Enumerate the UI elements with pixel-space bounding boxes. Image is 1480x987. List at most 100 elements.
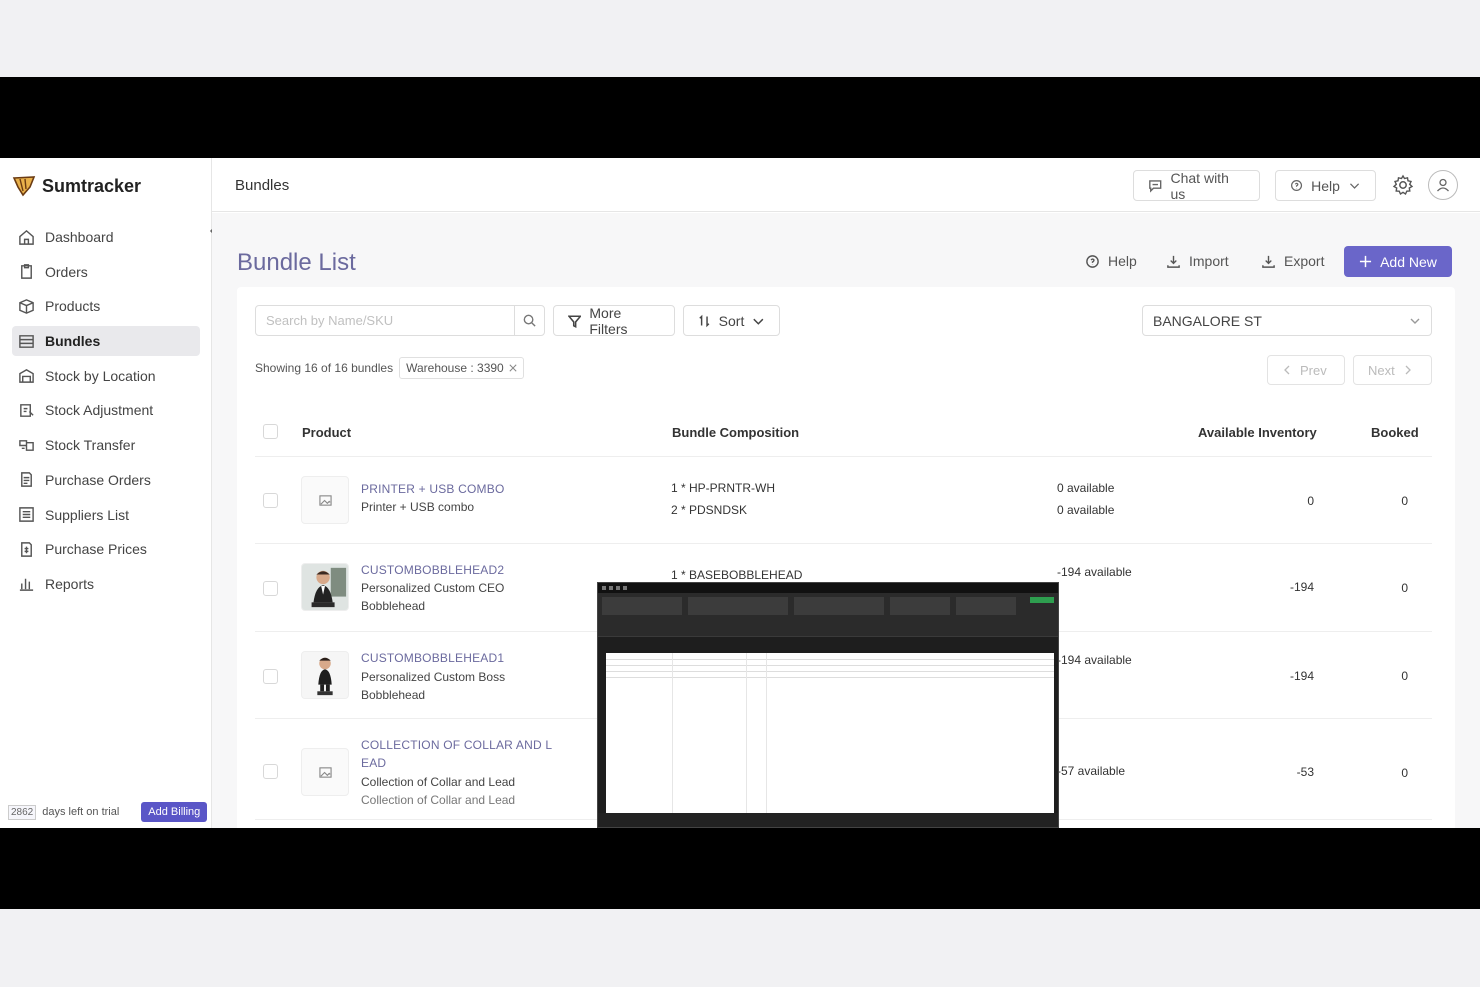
booked-count: 0 [1401, 669, 1408, 683]
component-line: 1 * HP-PRNTR-WH [671, 481, 775, 495]
product-sku[interactable]: CUSTOMBOBBLEHEAD1 [361, 651, 504, 665]
user-avatar[interactable] [1428, 170, 1458, 200]
clipboard-icon [21, 264, 32, 280]
add-new-label: Add New [1380, 253, 1437, 270]
header: Bundles Chat with us Help [212, 158, 1480, 212]
more-filters-button[interactable]: More Filters [553, 305, 675, 337]
sidebar-item-purchase-prices[interactable]: Purchase Prices [12, 534, 200, 564]
component-availability: -194 available [1057, 653, 1132, 667]
sidebar-item-suppliers-list[interactable]: Suppliers List [12, 500, 200, 530]
sidebar-item-bundles[interactable]: Bundles [12, 326, 200, 357]
plus-icon [1360, 255, 1372, 268]
page-help-button[interactable]: Help [1085, 253, 1137, 269]
sidebar-item-purchase-orders[interactable]: Purchase Orders [12, 465, 200, 495]
sidebar-item-label: Stock by Location [45, 367, 156, 384]
sidebar-item-orders[interactable]: Orders [12, 257, 200, 287]
sort-label: Sort [718, 312, 745, 329]
sidebar-item-label: Purchase Prices [45, 541, 147, 558]
product-sku[interactable]: PRINTER + USB COMBO [361, 482, 505, 496]
document-icon [21, 472, 32, 488]
row-checkbox[interactable] [263, 493, 278, 508]
import-label: Import [1189, 253, 1229, 269]
column-header-booked[interactable]: Booked [1371, 425, 1419, 440]
letterbox-bottom [0, 828, 1480, 909]
list-icon [19, 507, 34, 522]
row-checkbox[interactable] [263, 669, 278, 684]
result-summary: Showing 16 of 16 bundles Warehouse : 339… [255, 357, 524, 379]
import-button[interactable]: Import [1166, 253, 1229, 269]
chat-label: Chat with us [1170, 169, 1229, 202]
layers-icon [19, 334, 34, 348]
help-dropdown-button[interactable]: Help [1275, 170, 1376, 201]
row-checkbox[interactable] [263, 581, 278, 596]
next-page-button[interactable]: Next [1353, 355, 1432, 385]
showing-text: Showing 16 of 16 bundles [255, 361, 394, 375]
sidebar: Sumtracker Dashboard Orders Products Bun… [0, 158, 217, 828]
product-name: Collection of Collar and Lead [361, 775, 516, 789]
product-name: Personalized Custom Boss [361, 670, 506, 684]
search-button[interactable] [514, 306, 544, 335]
product-sku[interactable]: CUSTOMBOBBLEHEAD2 [361, 563, 504, 577]
column-header-product[interactable]: Product [302, 425, 351, 440]
sidebar-item-stock-adjustment[interactable]: Stock Adjustment [12, 395, 200, 425]
component-availability: 0 available [1057, 481, 1115, 495]
available-inventory: -194 [1289, 580, 1314, 594]
chevron-down-icon [753, 318, 764, 325]
help-label: Help [1311, 177, 1340, 194]
product-sku-continued[interactable]: EAD [361, 756, 386, 770]
chat-with-us-button[interactable]: Chat with us [1133, 169, 1260, 202]
sidebar-item-label: Stock Transfer [45, 437, 136, 454]
sidebar-item-dashboard[interactable]: Dashboard [12, 222, 200, 252]
sort-button[interactable]: Sort [683, 305, 780, 336]
export-icon [1262, 255, 1275, 268]
chevron-right-icon [1405, 365, 1411, 375]
image-placeholder-icon [318, 766, 332, 778]
trial-days-count: 2862 [8, 804, 37, 820]
product-thumbnail [301, 563, 349, 611]
gear-icon[interactable] [1392, 174, 1414, 196]
chat-icon [1149, 180, 1162, 193]
warehouse-select[interactable]: BANGALORE ST [1142, 305, 1432, 336]
column-header-available[interactable]: Available Inventory [1198, 425, 1317, 440]
booked-count: 0 [1401, 581, 1408, 595]
sidebar-item-stock-by-location[interactable]: Stock by Location [12, 361, 200, 391]
user-icon [1437, 178, 1449, 192]
add-billing-button[interactable]: Add Billing [141, 802, 208, 822]
search-icon [523, 314, 536, 327]
product-description: Collection of Collar and Lead [361, 793, 516, 807]
sidebar-item-reports[interactable]: Reports [12, 569, 200, 599]
product-thumbnail [301, 748, 349, 796]
search-input[interactable] [256, 306, 514, 335]
component-availability: -57 available [1057, 764, 1126, 778]
sidebar-item-stock-transfer[interactable]: Stock Transfer [12, 430, 200, 460]
spreadsheet-titlebar [598, 583, 1058, 593]
sidebar-item-label: Purchase Orders [45, 471, 151, 488]
component-availability: -194 available [1057, 565, 1132, 579]
product-sku[interactable]: COLLECTION OF COLLAR AND L [361, 738, 552, 752]
prev-page-button[interactable]: Prev [1267, 355, 1345, 385]
row-checkbox[interactable] [263, 764, 278, 779]
sumtracker-logo-icon [12, 176, 36, 197]
add-new-button[interactable]: Add New [1344, 246, 1452, 277]
available-inventory: 0 [1307, 494, 1314, 508]
price-icon [21, 541, 32, 557]
import-icon [1167, 255, 1180, 268]
spreadsheet-window-overlay [597, 582, 1059, 828]
sidebar-nav: Dashboard Orders Products Bundles Stock … [12, 222, 200, 604]
column-header-composition: Bundle Composition [672, 425, 800, 440]
component-line: 1 * BASEBOBBLEHEAD [671, 568, 803, 582]
adjust-icon [20, 404, 34, 417]
export-button[interactable]: Export [1261, 253, 1324, 269]
bar-chart-icon [19, 579, 34, 592]
bobblehead-ceo-image [302, 564, 348, 610]
chevron-down-icon [1410, 318, 1420, 324]
table-row[interactable]: PRINTER + USB COMBO Printer + USB combo … [255, 458, 1432, 544]
chip-label: Warehouse : 3390 [406, 361, 504, 375]
close-icon[interactable] [509, 364, 517, 372]
available-inventory: -194 [1289, 669, 1314, 683]
select-all-checkbox[interactable] [263, 424, 278, 439]
help-label: Help [1108, 253, 1137, 269]
sidebar-item-products[interactable]: Products [12, 291, 200, 321]
prev-label: Prev [1300, 362, 1327, 378]
logo[interactable]: Sumtracker [12, 172, 141, 200]
